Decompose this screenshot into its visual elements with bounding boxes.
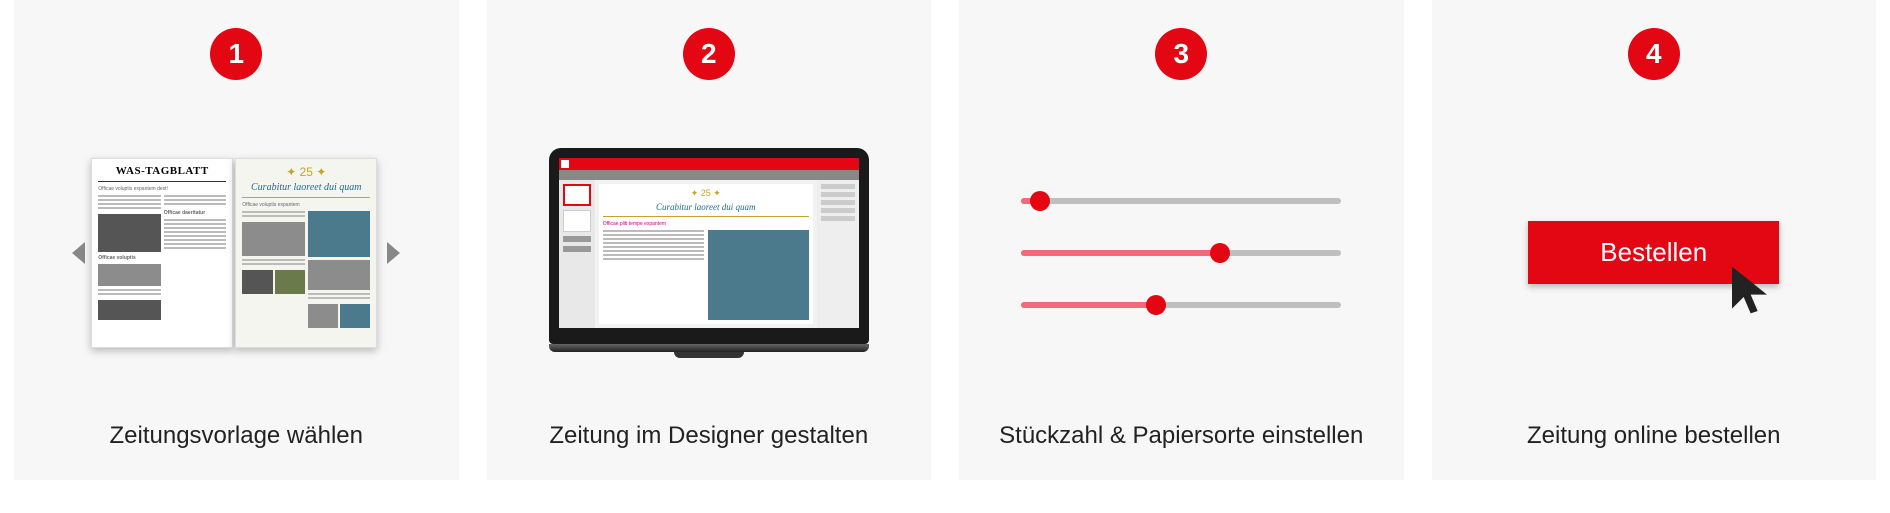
steps-row: 1 WAS-TAGBLATT Officae voluptis expantem…	[0, 0, 1890, 480]
step-2-illustration: ✦ 25 ✦ Curabitur laoreet dui quam Offica…	[507, 104, 912, 402]
step-3-card: 3 Stückzahl & Papiersorte einstellen	[959, 0, 1404, 480]
step-3-badge: 3	[1155, 28, 1207, 80]
step-1-caption: Zeitungsvorlage wählen	[110, 420, 364, 452]
step-2-card: 2 ✦ 25 ✦	[487, 0, 932, 480]
step-2-badge: 2	[683, 28, 735, 80]
step-4-illustration: Bestellen	[1452, 104, 1857, 402]
slider-3[interactable]	[1021, 300, 1341, 310]
laptop-icon: ✦ 25 ✦ Curabitur laoreet dui quam Offica…	[549, 148, 869, 358]
newspaper-template-a: WAS-TAGBLATT Officae voluptis expantem d…	[91, 158, 233, 348]
step-4-card: 4 Bestellen Zeitung online bestellen	[1432, 0, 1877, 480]
step-2-caption: Zeitung im Designer gestalten	[549, 420, 868, 452]
cursor-icon	[1725, 262, 1781, 318]
step-3-illustration	[979, 104, 1384, 402]
step-1-illustration: WAS-TAGBLATT Officae voluptis expantem d…	[34, 104, 439, 402]
newspaper-masthead: WAS-TAGBLATT	[98, 165, 226, 177]
newspaper-template-b: ✦ 25 ✦ Curabitur laoreet dui quam Offica…	[235, 158, 377, 348]
slider-2[interactable]	[1021, 248, 1341, 258]
step-3-caption: Stückzahl & Papiersorte einstellen	[999, 420, 1363, 452]
newspaper-templates[interactable]: WAS-TAGBLATT Officae voluptis expantem d…	[91, 158, 381, 348]
carousel-prev-icon[interactable]	[72, 242, 85, 264]
slider-1[interactable]	[1021, 196, 1341, 206]
step-4-caption: Zeitung online bestellen	[1527, 420, 1781, 452]
step-1-badge: 1	[210, 28, 262, 80]
carousel-next-icon[interactable]	[387, 242, 400, 264]
step-4-badge: 4	[1628, 28, 1680, 80]
step-1-card: 1 WAS-TAGBLATT Officae voluptis expantem…	[14, 0, 459, 480]
